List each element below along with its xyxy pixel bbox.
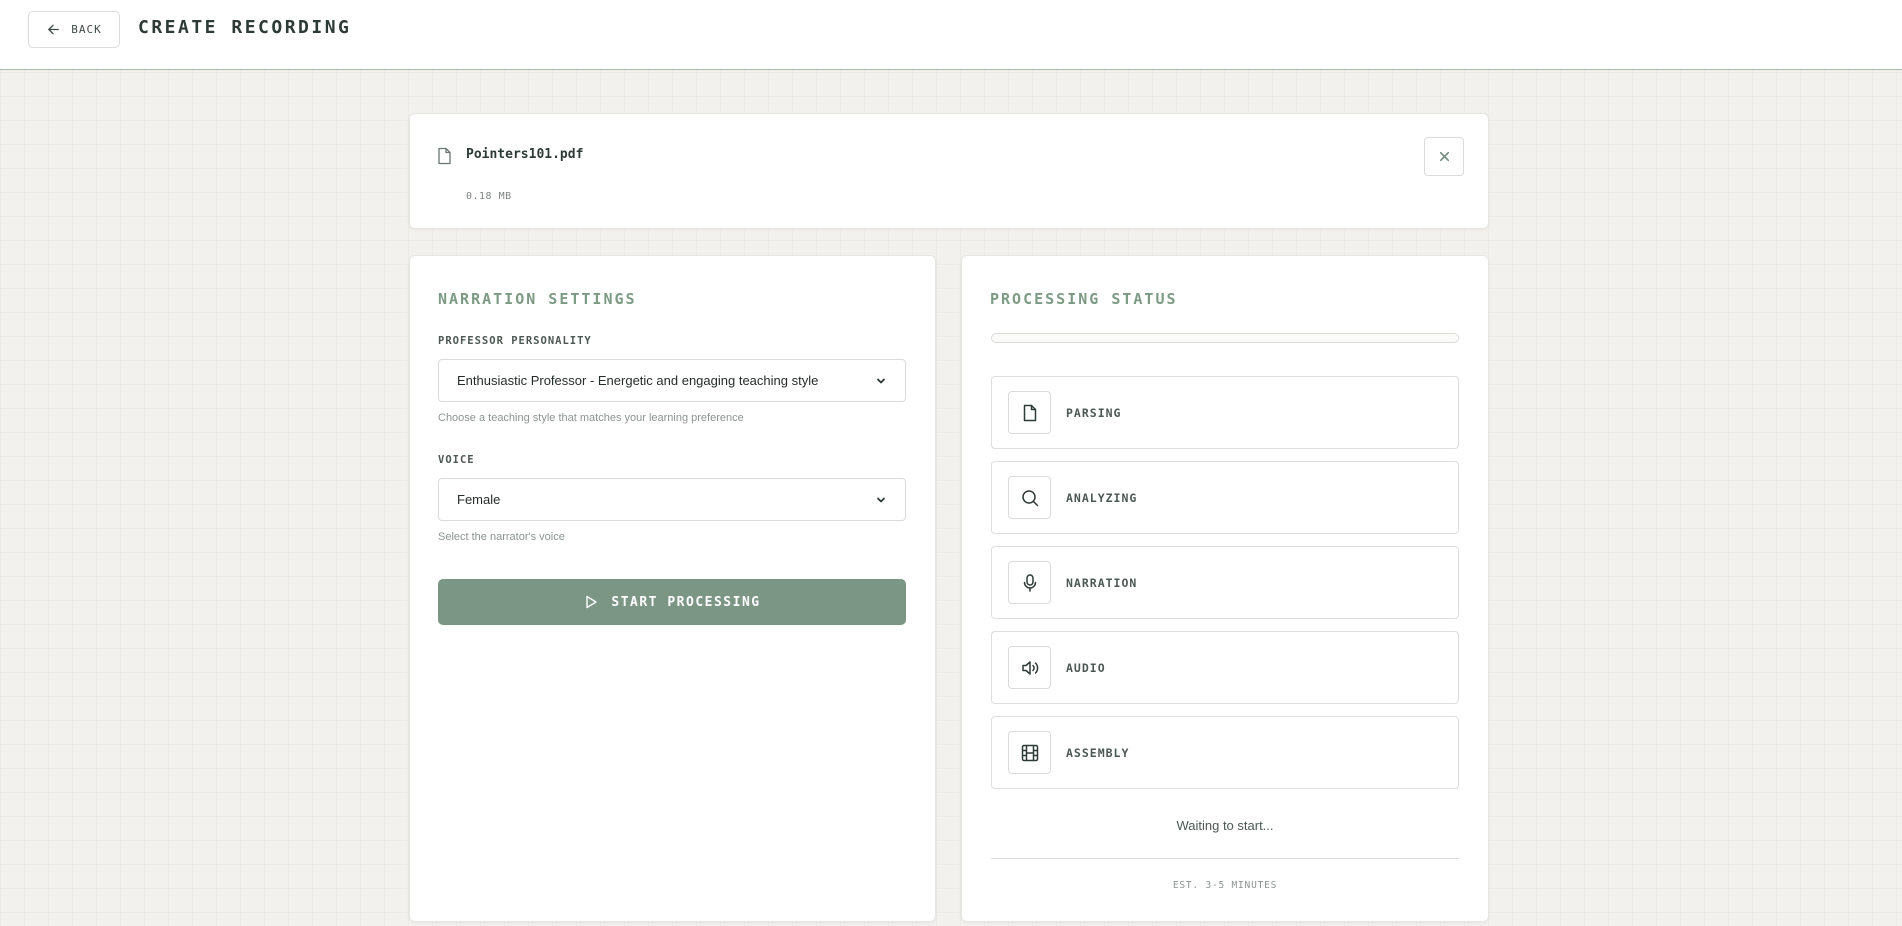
stage-narration: NARRATION (991, 546, 1459, 619)
stage-icon-box (1008, 476, 1051, 519)
top-header: BACK CREATE RECORDING (0, 0, 1902, 70)
chevron-down-icon (877, 497, 885, 502)
file-name: Pointers101.pdf (466, 147, 584, 162)
remove-file-button[interactable] (1424, 137, 1464, 176)
stage-label: AUDIO (1066, 661, 1106, 675)
stage-label: PARSING (1066, 406, 1122, 420)
speaker-icon (1021, 660, 1038, 675)
personality-help: Choose a teaching style that matches you… (438, 412, 744, 424)
stage-parsing: PARSING (991, 376, 1459, 449)
voice-value: Female (457, 492, 501, 507)
stage-assembly: ASSEMBLY (991, 716, 1459, 789)
file-icon (438, 147, 451, 165)
start-processing-label: START PROCESSING (611, 594, 761, 610)
stage-label: NARRATION (1066, 576, 1138, 590)
start-processing-button[interactable]: START PROCESSING (438, 579, 906, 625)
stage-label: ANALYZING (1066, 491, 1138, 505)
status-message: Waiting to start... (1176, 818, 1274, 833)
time-estimate: EST. 3-5 MINUTES (1172, 880, 1278, 891)
file-icon (1023, 404, 1036, 421)
film-icon (1021, 744, 1038, 761)
stage-analyzing: ANALYZING (991, 461, 1459, 534)
processing-status-card: PROCESSING STATUS PARSING ANALYZING NARR… (961, 255, 1489, 922)
settings-title: NARRATION SETTINGS (438, 290, 637, 308)
stage-audio: AUDIO (991, 631, 1459, 704)
close-icon (1439, 151, 1449, 162)
stage-icon-box (1008, 731, 1051, 774)
back-label: BACK (71, 23, 102, 36)
back-button[interactable]: BACK (28, 11, 120, 48)
microphone-icon (1023, 573, 1036, 592)
chevron-down-icon (877, 378, 885, 383)
personality-select[interactable]: Enthusiastic Professor - Energetic and e… (438, 359, 906, 402)
search-icon (1021, 489, 1038, 506)
play-icon (586, 595, 598, 609)
voice-help: Select the narrator's voice (438, 531, 565, 543)
page-title: CREATE RECORDING (138, 17, 352, 38)
voice-select[interactable]: Female (438, 478, 906, 521)
file-card: Pointers101.pdf 0.18 MB (409, 113, 1489, 229)
stage-label: ASSEMBLY (1066, 746, 1130, 760)
arrow-left-icon (48, 24, 60, 35)
voice-label: VOICE (438, 454, 475, 466)
file-size: 0.18 MB (466, 191, 512, 202)
stage-icon-box (1008, 646, 1051, 689)
narration-settings-card: NARRATION SETTINGS PROFESSOR PERSONALITY… (409, 255, 936, 922)
progress-bar (991, 333, 1459, 343)
divider (991, 858, 1459, 859)
stage-icon-box (1008, 391, 1051, 434)
status-title: PROCESSING STATUS (990, 290, 1178, 308)
personality-value: Enthusiastic Professor - Energetic and e… (457, 373, 819, 388)
stage-icon-box (1008, 561, 1051, 604)
personality-label: PROFESSOR PERSONALITY (438, 335, 592, 347)
